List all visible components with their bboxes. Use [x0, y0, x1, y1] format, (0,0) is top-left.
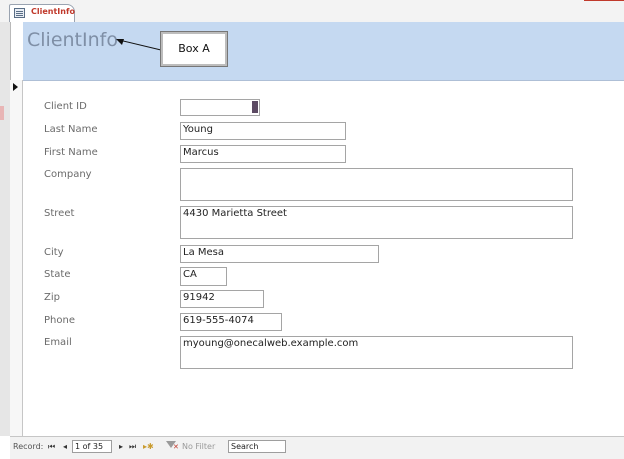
last-name-field[interactable]: Young — [180, 122, 346, 140]
form-header: ClientInfo Box A — [23, 22, 624, 81]
label-last-name: Last Name — [44, 124, 98, 135]
previous-record-button[interactable]: ◂ — [63, 442, 67, 451]
detail-section: Client ID Last Name Young First Name Mar… — [23, 81, 624, 436]
label-first-name: First Name — [44, 147, 98, 158]
tab-clientinfo[interactable]: ClientInfo — [9, 4, 75, 23]
callout-box-a: Box A — [160, 31, 228, 67]
new-record-button[interactable]: ▸✱ — [143, 442, 154, 451]
label-zip: Zip — [44, 292, 60, 303]
label-client-id: Client ID — [44, 101, 87, 112]
email-field[interactable]: myoung@onecalweb.example.com — [180, 336, 573, 369]
last-record-button[interactable]: ⏭ — [129, 442, 136, 452]
search-box[interactable]: Search — [228, 440, 286, 453]
label-email: Email — [44, 337, 72, 348]
record-label: Record: — [13, 442, 44, 451]
record-position-box[interactable]: 1 of 35 — [72, 440, 112, 453]
window-edge-line — [584, 0, 624, 1]
label-city: City — [44, 247, 64, 258]
city-field[interactable]: La Mesa — [180, 245, 379, 263]
client-id-field[interactable] — [180, 99, 260, 116]
first-name-field[interactable]: Marcus — [180, 145, 346, 163]
label-phone: Phone — [44, 315, 75, 326]
form-icon — [14, 8, 25, 18]
zip-field[interactable]: 91942 — [180, 290, 264, 308]
next-record-button[interactable]: ▸ — [119, 442, 123, 451]
tab-label: ClientInfo — [31, 7, 75, 16]
current-record-arrow-icon — [13, 83, 18, 91]
phone-field[interactable]: 619-555-4074 — [180, 313, 282, 331]
label-street: Street — [44, 208, 75, 219]
text-cursor — [252, 101, 258, 113]
form-title: ClientInfo — [27, 29, 118, 51]
filter-off-icon: ✕ — [173, 443, 179, 451]
label-company: Company — [44, 169, 92, 180]
document-tab-strip: ClientInfo — [0, 0, 624, 23]
gutter-marker — [0, 106, 4, 120]
label-state: State — [44, 269, 71, 280]
filter-toggle[interactable]: No Filter — [182, 442, 215, 451]
record-selector[interactable] — [10, 80, 23, 436]
company-field[interactable] — [180, 168, 573, 201]
first-record-button[interactable]: ⏮ — [48, 442, 55, 452]
record-navigation-bar: Record: ⏮ ◂ 1 of 35 ▸ ⏭ ▸✱ ✕ No Filter S… — [10, 436, 624, 459]
state-field[interactable]: CA — [180, 267, 227, 286]
street-field[interactable]: 4430 Marietta Street — [180, 206, 573, 239]
callout-arrow — [116, 39, 162, 51]
